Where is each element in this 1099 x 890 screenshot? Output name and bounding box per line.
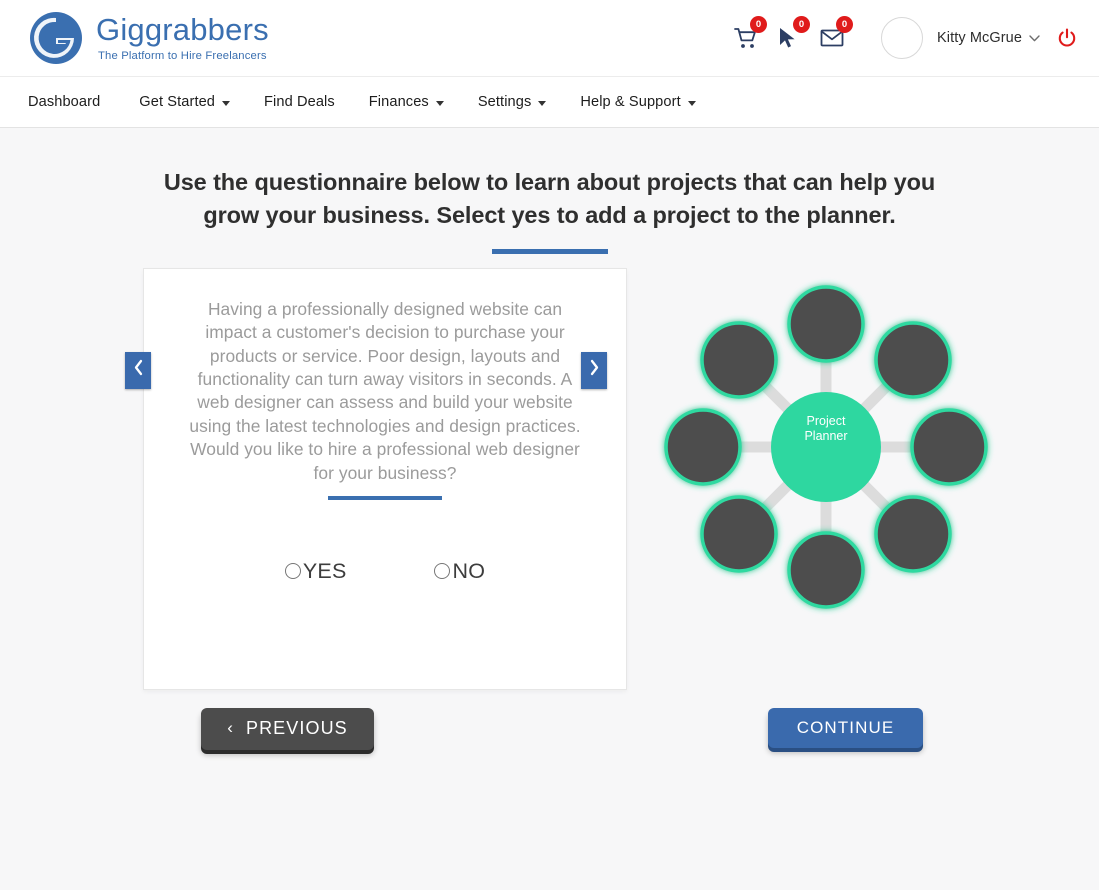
chevron-left-icon [132, 359, 145, 381]
mail-icon[interactable]: 0 [819, 16, 853, 51]
answer-option-no[interactable]: NO [434, 559, 485, 584]
question-card: Having a professionally designed website… [143, 267, 627, 690]
nav-item-finances[interactable]: Finances [352, 94, 461, 110]
project-planner-diagram: Project Planner [641, 262, 1011, 632]
previous-button[interactable]: ‹ PREVIOUS [201, 707, 374, 750]
main-navigation: Dashboard Get Started Find Deals Finance… [0, 76, 1099, 128]
radio-yes[interactable] [284, 563, 301, 580]
nav-label: Dashboard [28, 94, 101, 110]
answer-option-yes[interactable]: YES [284, 558, 347, 584]
footer-actions: ‹ PREVIOUS CONTINUE [0, 707, 1099, 798]
nav-label: Help & Support [580, 94, 681, 110]
nav-label: Settings [477, 94, 532, 110]
chevron-right-icon [588, 359, 601, 381]
radio-no[interactable] [434, 563, 451, 580]
giggrabbers-logo-icon [28, 10, 84, 66]
nav-item-get-started[interactable]: Get Started [122, 94, 247, 110]
user-name: Kitty McGrue [937, 30, 1022, 46]
chevron-down-icon [538, 100, 547, 106]
top-bar-right: 0 0 0 Kitty McGrue [733, 16, 1077, 59]
page-header: Use the questionnaire below to learn abo… [0, 128, 1099, 254]
nav-item-help-support[interactable]: Help & Support [563, 94, 712, 110]
continue-button-label: CONTINUE [796, 717, 895, 737]
previous-button-label: PREVIOUS [245, 718, 348, 739]
carousel-next-button[interactable] [581, 351, 607, 389]
cart-badge: 0 [750, 16, 767, 33]
answer-options: YES NO [144, 559, 626, 584]
notification-icons: 0 0 0 [733, 16, 853, 51]
chevron-left-icon: ‹ [227, 717, 234, 737]
bid-icon[interactable]: 0 [776, 16, 810, 51]
answer-label-yes: YES [302, 558, 347, 583]
title-underline [491, 248, 608, 254]
continue-button[interactable]: CONTINUE [768, 707, 923, 748]
main-content: Having a professionally designed website… [0, 267, 1099, 708]
user-menu[interactable]: Kitty McGrue [937, 30, 1040, 46]
chevron-down-icon [1029, 31, 1040, 45]
nav-label: Finances [368, 94, 429, 110]
nav-label: Get Started [139, 94, 216, 110]
answer-label-no: NO [452, 558, 486, 583]
brand-tagline: The Platform to Hire Freelancers [98, 49, 267, 62]
top-bar: Giggrabbers The Platform to Hire Freelan… [0, 0, 1099, 76]
brand-name: Giggrabbers [96, 12, 269, 48]
question-underline [328, 495, 442, 500]
mail-badge: 0 [836, 16, 853, 33]
page-title: Use the questionnaire below to learn abo… [163, 169, 936, 229]
bid-badge: 0 [793, 16, 810, 33]
chevron-down-icon [435, 100, 444, 106]
power-icon[interactable] [1057, 28, 1077, 48]
brand-logo[interactable]: Giggrabbers The Platform to Hire Freelan… [28, 10, 269, 66]
chevron-down-icon [687, 100, 696, 106]
nav-item-find-deals[interactable]: Find Deals [247, 94, 352, 110]
question-text: Having a professionally designed website… [189, 298, 581, 483]
carousel-prev-button[interactable] [125, 351, 151, 389]
question-carousel: Having a professionally designed website… [125, 267, 627, 690]
cart-icon[interactable]: 0 [733, 16, 767, 51]
nav-item-dashboard[interactable]: Dashboard [28, 94, 122, 110]
chevron-down-icon [222, 100, 231, 106]
nav-item-settings[interactable]: Settings [461, 94, 564, 110]
avatar[interactable] [881, 17, 923, 59]
nav-label: Find Deals [264, 94, 335, 110]
